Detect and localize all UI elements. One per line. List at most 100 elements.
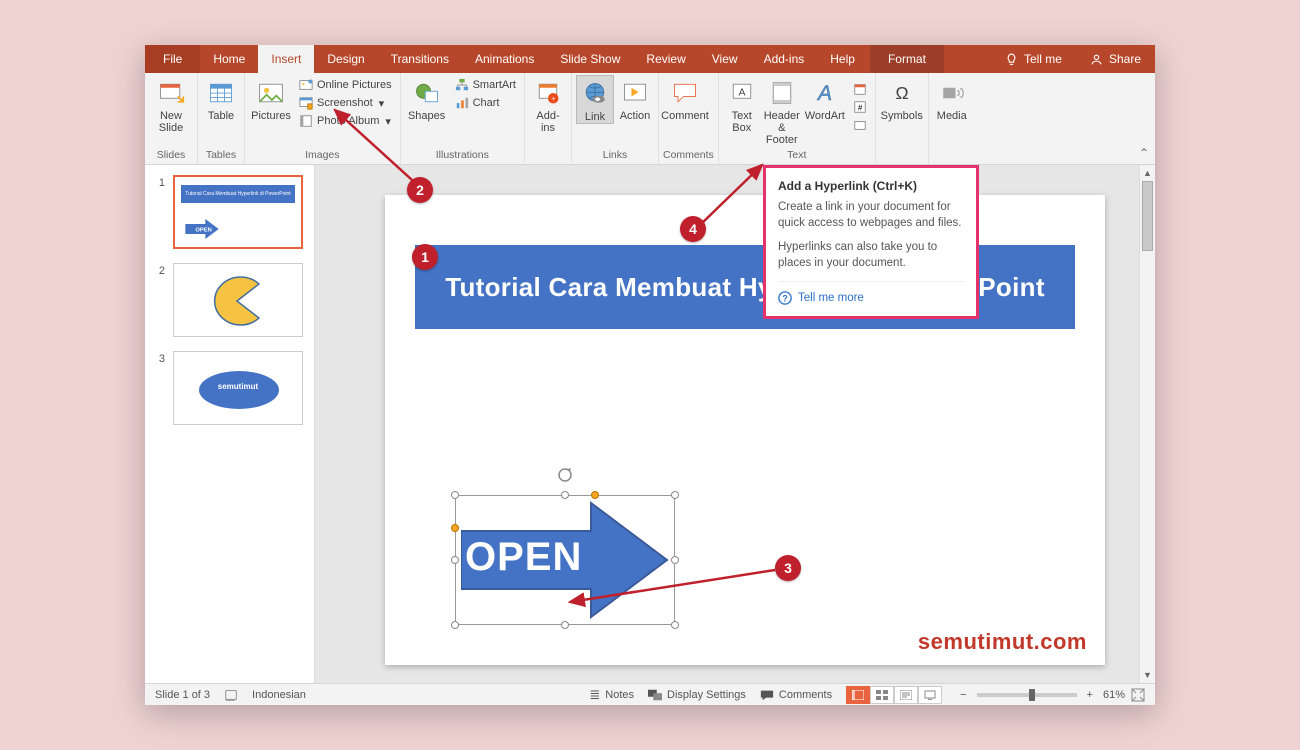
text-extra-3[interactable] [849,117,871,133]
language-indicator[interactable]: Indonesian [252,689,306,701]
link-button[interactable]: Link [576,75,614,124]
callout-3: 3 [775,555,801,581]
fit-window-icon[interactable] [1131,688,1145,702]
new-slide-button[interactable]: New Slide [149,75,193,134]
zoom-out[interactable]: − [956,689,970,701]
thumb1-arrow-icon: OPEN [185,219,219,239]
group-comments: Comment Comments [659,73,719,164]
tab-animations[interactable]: Animations [462,45,547,73]
header-footer-label: Header & Footer [763,110,801,146]
group-illustrations-label: Illustrations [405,147,520,164]
powerpoint-window: File Home Insert Design Transitions Anim… [145,45,1155,705]
pictures-button[interactable]: Pictures [249,75,293,122]
tooltip-tell-me-more[interactable]: ? Tell me more [778,281,964,306]
status-bar: Slide 1 of 3 Indonesian ≣Notes Display S… [145,683,1155,705]
online-pictures-label: Online Pictures [317,79,392,91]
handle-e[interactable] [671,556,679,564]
tell-me[interactable]: Tell me [991,45,1076,73]
display-label: Display Settings [667,689,746,701]
handle-w[interactable] [451,556,459,564]
handle-s[interactable] [561,621,569,629]
zoom-slider-handle[interactable] [1029,689,1035,701]
scroll-up[interactable]: ▲ [1140,165,1155,181]
zoom-in[interactable]: + [1083,689,1097,701]
tab-file[interactable]: File [145,45,200,73]
wordart-label: WordArt [805,110,845,122]
svg-text:A: A [816,82,832,105]
svg-text:?: ? [782,294,787,304]
tab-home[interactable]: Home [200,45,258,73]
scroll-handle[interactable] [1142,181,1153,251]
wordart-button[interactable]: A WordArt [803,75,847,122]
textbox-icon: A [728,79,756,107]
handle-n[interactable] [561,491,569,499]
symbols-button[interactable]: Ω Symbols [880,75,924,122]
share-button[interactable]: Share [1076,45,1155,73]
zoom-percent[interactable]: 61% [1103,689,1125,701]
thumbnail-2[interactable] [173,263,303,337]
comments-toggle[interactable]: Comments [760,689,832,701]
scroll-down[interactable]: ▼ [1140,667,1155,683]
display-icon [648,689,662,701]
screenshot-button[interactable]: Screenshot▾ [295,95,396,111]
smartart-button[interactable]: SmartArt [451,77,520,93]
link-icon [581,80,609,108]
tab-format[interactable]: Format [870,45,944,73]
media-button[interactable]: Media [933,75,971,122]
smartart-label: SmartArt [473,79,516,91]
notes-toggle[interactable]: ≣Notes [589,687,634,703]
comment-button[interactable]: Comment [663,75,707,122]
svg-text:#: # [858,104,863,113]
table-icon [207,79,235,107]
spellcheck-icon[interactable] [224,688,238,702]
table-button[interactable]: Table [202,75,240,122]
handle-sw[interactable] [451,621,459,629]
slide-canvas-area[interactable]: Tutorial Cara Membuat Hyperlink di Power… [315,165,1155,683]
tooltip-title: Add a Hyperlink (Ctrl+K) [778,178,964,195]
tooltip-more-label: Tell me more [798,290,864,306]
thumbnail-1[interactable]: Tutorial Cara Membuat Hyperlink di Power… [173,175,303,249]
zoom-slider[interactable] [977,693,1077,697]
handle-se[interactable] [671,621,679,629]
tab-slideshow[interactable]: Slide Show [547,45,633,73]
adjust-handle-2[interactable] [451,524,459,532]
selected-arrow-shape[interactable]: OPEN [455,495,675,625]
tab-design[interactable]: Design [314,45,377,73]
photo-album-label: Photo Album [317,115,379,127]
group-images-label: Images [249,147,396,164]
shapes-button[interactable]: Shapes [405,75,449,122]
action-button[interactable]: Action [616,75,654,122]
tooltip-p1: Create a link in your document for quick… [778,199,964,231]
view-sorter[interactable] [870,686,894,704]
chart-button[interactable]: Chart [451,95,520,111]
online-pictures-button[interactable]: Online Pictures [295,77,396,93]
tooltip-p2: Hyperlinks can also take you to places i… [778,239,964,271]
display-settings[interactable]: Display Settings [648,689,746,701]
bulb-icon [1005,53,1018,66]
photo-album-button[interactable]: Photo Album▾ [295,113,396,129]
tab-view[interactable]: View [699,45,751,73]
tab-transitions[interactable]: Transitions [378,45,462,73]
addins-button[interactable]: + Add- ins [529,75,567,134]
view-reading[interactable] [894,686,918,704]
zoom-controls: − + 61% [956,688,1145,702]
collapse-ribbon[interactable]: ⌃ [1139,146,1149,160]
view-normal[interactable] [846,686,870,704]
tab-review[interactable]: Review [633,45,698,73]
tab-addins[interactable]: Add-ins [751,45,818,73]
handle-nw[interactable] [451,491,459,499]
text-extra-1[interactable] [849,81,871,97]
thumbnail-3[interactable]: semutimut [173,351,303,425]
textbox-button[interactable]: A Text Box [723,75,761,134]
slide-thumbnails-panel[interactable]: 1 Tutorial Cara Membuat Hyperlink di Pow… [145,165,315,683]
text-extra-2[interactable]: # [849,99,871,115]
symbols-label: Symbols [881,110,923,122]
tab-insert[interactable]: Insert [258,45,314,73]
vertical-scrollbar[interactable]: ▲ ▼ [1139,165,1155,683]
handle-ne[interactable] [671,491,679,499]
view-slideshow[interactable] [918,686,942,704]
rotate-handle[interactable] [557,467,573,483]
tab-help[interactable]: Help [817,45,868,73]
slide-counter[interactable]: Slide 1 of 3 [155,689,210,701]
header-footer-button[interactable]: Header & Footer [763,75,801,146]
